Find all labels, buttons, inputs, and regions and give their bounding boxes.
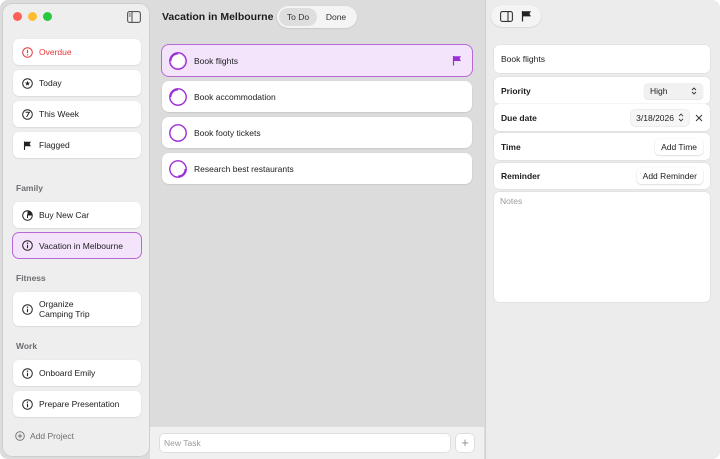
minimize-window-button[interactable] [28, 12, 37, 21]
task-label: Book accommodation [194, 91, 276, 102]
zoom-window-button[interactable] [43, 12, 52, 21]
time-label: Time [501, 141, 521, 152]
exclamation-circle-icon [21, 46, 33, 58]
clear-date-icon[interactable] [695, 114, 703, 122]
flag-icon[interactable] [520, 10, 533, 22]
project-info-icon [21, 398, 33, 410]
priority-select[interactable]: High [644, 82, 703, 99]
sidebar-item-this-week[interactable]: This Week [13, 101, 141, 127]
group-title-work: Work [16, 341, 38, 351]
tab-done[interactable]: Done [317, 8, 355, 26]
sidebar-item-today[interactable]: Today [13, 70, 141, 96]
sidebar-item-overdue[interactable]: Overdue [13, 39, 141, 65]
task-label: Book flights [194, 55, 238, 66]
due-date-label: Due date [501, 112, 537, 123]
due-date-picker[interactable]: 3/18/2026 [631, 109, 689, 126]
add-project-button[interactable]: Add Project [15, 431, 74, 441]
sidebar-project-organize-camping-trip[interactable]: Organize Camping Trip [13, 292, 141, 326]
task-row[interactable]: Book flights [162, 45, 472, 76]
sidebar-item-label: Organize Camping Trip [39, 299, 90, 319]
sidebar-item-label: This Week [39, 109, 79, 119]
inspector-toggle-icon[interactable] [499, 10, 513, 22]
task-progress-checkbox[interactable] [168, 51, 188, 71]
tab-to-do[interactable]: To Do [279, 8, 317, 26]
clock-circle-icon [21, 108, 33, 120]
close-window-button[interactable] [13, 12, 22, 21]
page-title: Vacation in Melbourne [162, 11, 274, 23]
sidebar-item-label: Prepare Presentation [39, 399, 120, 409]
sidebar-item-label: Overdue [39, 47, 72, 57]
new-task-input[interactable] [160, 434, 450, 452]
star-circle-icon [21, 77, 33, 89]
sidebar-item-flagged[interactable]: Flagged [13, 132, 141, 158]
sidebar: Overdue Today This Week Flagged Family B… [3, 4, 149, 456]
sidebar-project-buy-new-car[interactable]: Buy New Car [13, 202, 141, 228]
task-row[interactable]: Book accommodation [162, 81, 472, 112]
task-title-field[interactable] [494, 45, 710, 73]
project-info-icon [21, 303, 33, 315]
sidebar-item-label: Onboard Emily [39, 368, 96, 378]
stepper-icon[interactable] [678, 113, 684, 122]
add-project-label: Add Project [30, 431, 74, 441]
time-row: Time Add Time [494, 133, 710, 160]
notes-field[interactable] [494, 192, 710, 302]
task-label: Book footy tickets [194, 127, 261, 138]
sidebar-item-label: Today [39, 78, 62, 88]
sidebar-toggle-icon[interactable] [127, 11, 141, 23]
due-date-row: Due date 3/18/2026 [494, 104, 710, 131]
add-time-button[interactable]: Add Time [655, 138, 703, 155]
group-title-family: Family [16, 183, 43, 193]
flag-icon[interactable] [452, 55, 462, 66]
task-row[interactable]: Research best restaurants [162, 153, 472, 184]
window-controls [13, 12, 52, 21]
group-title-fitness: Fitness [16, 273, 46, 283]
sidebar-project-vacation-in-melbourne[interactable]: Vacation in Melbourne [13, 233, 141, 258]
sidebar-item-label: Vacation in Melbourne [39, 240, 123, 251]
flag-icon [21, 139, 33, 151]
task-row[interactable]: Book footy tickets [162, 117, 472, 148]
project-info-icon [21, 367, 33, 379]
project-info-icon [21, 240, 33, 252]
task-progress-checkbox[interactable] [168, 87, 188, 107]
status-segmented-control: To Do Done [277, 6, 357, 28]
app-window: Overdue Today This Week Flagged Family B… [0, 0, 720, 459]
sidebar-item-label: Flagged [39, 140, 70, 150]
reminder-row: Reminder Add Reminder [494, 163, 710, 189]
add-task-button[interactable]: + [456, 434, 474, 452]
priority-value: High [650, 85, 668, 96]
add-reminder-button[interactable]: Add Reminder [636, 168, 703, 184]
priority-row: Priority High [494, 77, 710, 104]
project-progress-icon [21, 209, 33, 221]
sidebar-project-onboard-emily[interactable]: Onboard Emily [13, 360, 141, 386]
reminder-label: Reminder [501, 171, 541, 181]
priority-label: Priority [501, 85, 531, 96]
chevron-up-down-icon [691, 86, 697, 95]
due-date-value: 3/18/2026 [636, 112, 674, 123]
sidebar-item-label: Buy New Car [39, 210, 90, 220]
inspector-toolbar [491, 5, 541, 27]
sidebar-project-prepare-presentation[interactable]: Prepare Presentation [13, 391, 141, 417]
task-checkbox[interactable] [168, 123, 188, 143]
task-progress-checkbox[interactable] [168, 159, 188, 179]
plus-circle-icon [15, 431, 25, 441]
task-label: Research best restaurants [194, 163, 294, 174]
